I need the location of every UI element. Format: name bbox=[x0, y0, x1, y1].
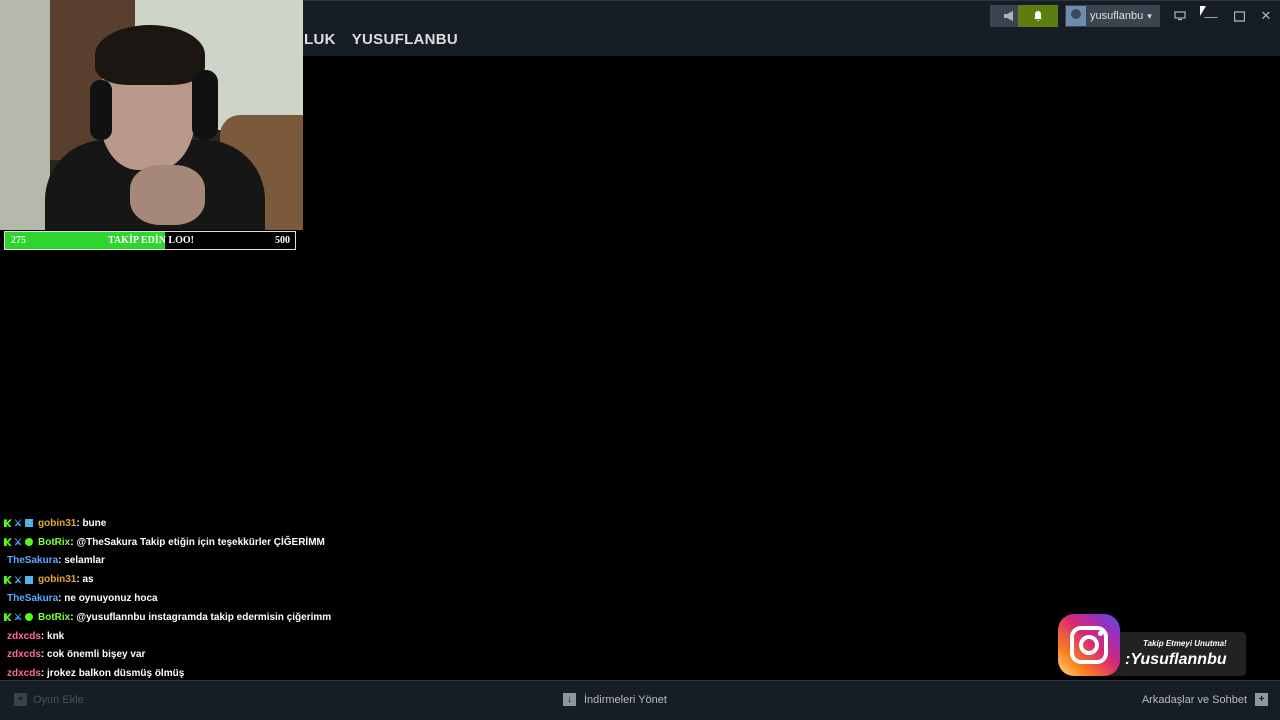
nav-item-community[interactable]: LUK bbox=[304, 31, 336, 48]
close-icon: ✕ bbox=[1260, 8, 1272, 23]
check-badge-icon bbox=[25, 613, 33, 622]
chat-badges: ⚔ bbox=[4, 537, 35, 548]
avatar bbox=[1066, 6, 1086, 26]
instagram-icon bbox=[1058, 614, 1120, 676]
chat-message: ⚔ BotRix: @yusuflannbu instagramda takip … bbox=[4, 608, 424, 627]
friends-icon: + bbox=[1255, 693, 1268, 706]
chat-text: : as bbox=[76, 574, 94, 586]
sword-badge-icon: ⚔ bbox=[14, 537, 23, 548]
webcam-feed bbox=[0, 0, 303, 230]
check-badge-icon bbox=[25, 538, 33, 547]
k-badge-icon bbox=[4, 613, 12, 622]
instagram-handle: :Yusuflannbu bbox=[1125, 651, 1227, 668]
chat-text: : jrokez balkon düsmüş ölmüş bbox=[40, 668, 185, 680]
chat-username[interactable]: gobin31 bbox=[38, 518, 76, 529]
user-menu[interactable]: yusuflanbu ▾ bbox=[1065, 5, 1160, 27]
friends-chat-button[interactable]: Arkadaşlar ve Sohbet + bbox=[1142, 693, 1268, 706]
chat-message: TheSakura: ne oynuyonuz hoca bbox=[4, 589, 424, 608]
friends-chat-label: Arkadaşlar ve Sohbet bbox=[1141, 693, 1247, 706]
chat-message: zdxcds: knk bbox=[4, 627, 424, 646]
steam-window: LUK YUSUFLANBU yusuflanbu ▾ — ✕ 275 TAKİ… bbox=[0, 0, 1280, 720]
chat-badges: ⚔ bbox=[4, 518, 35, 529]
follow-goal-label: TAKİP EDİN LOO! bbox=[108, 235, 194, 246]
sword-badge-icon: ⚔ bbox=[14, 612, 23, 623]
chat-message: zdxcds: cok önemli bişey var bbox=[4, 646, 424, 665]
follow-goal-bar: 275 TAKİP EDİN LOO! 500 bbox=[4, 231, 296, 250]
chat-username[interactable]: TheSakura bbox=[7, 555, 58, 566]
chat-username[interactable]: zdxcds bbox=[7, 668, 41, 679]
bottom-bar: + Oyun Ekle ↓ İndirmeleri Yönet Arkadaşl… bbox=[0, 680, 1280, 720]
main-nav: LUK YUSUFLANBU bbox=[304, 31, 458, 48]
sub-badge-icon bbox=[25, 519, 33, 528]
chat-text: : ne oynuyonuz hoca bbox=[58, 593, 158, 605]
chat-text: : knk bbox=[40, 630, 65, 642]
chat-username[interactable]: BotRix bbox=[38, 537, 70, 548]
notifications-button[interactable] bbox=[1018, 5, 1058, 27]
bell-icon bbox=[1034, 11, 1042, 21]
user-name: yusuflanbu bbox=[1090, 10, 1144, 22]
chat-username[interactable]: TheSakura bbox=[7, 593, 58, 604]
chat-text: : @TheSakura Takip etiğin için teşekkürl… bbox=[70, 536, 325, 548]
k-badge-icon bbox=[4, 575, 12, 584]
big-picture-button[interactable] bbox=[1169, 5, 1191, 27]
minimize-icon: — bbox=[1204, 8, 1218, 24]
chat-message: ⚔ BotRix: @TheSakura Takip etiğin için te… bbox=[4, 533, 424, 552]
chat-message: ⚔ gobin31: bune bbox=[4, 514, 424, 533]
chat-badges: ⚔ bbox=[4, 574, 35, 585]
sword-badge-icon: ⚔ bbox=[14, 518, 23, 529]
follow-goal-target: 500 bbox=[275, 235, 290, 246]
download-icon: ↓ bbox=[563, 693, 576, 706]
chat-message: ⚔ gobin31: as bbox=[4, 570, 424, 589]
chat-username[interactable]: zdxcds bbox=[7, 649, 41, 660]
manage-downloads-button[interactable]: ↓ İndirmeleri Yönet bbox=[563, 693, 667, 706]
maximize-button[interactable] bbox=[1228, 5, 1250, 27]
close-button[interactable]: ✕ bbox=[1255, 5, 1277, 27]
nav-item-profile[interactable]: YUSUFLANBU bbox=[352, 31, 458, 48]
chat-text: : cok önemli bişey var bbox=[40, 649, 146, 661]
mouse-cursor bbox=[1200, 6, 1206, 16]
manage-downloads-label: İndirmeleri Yönet bbox=[584, 693, 667, 706]
chat-badges: ⚔ bbox=[4, 612, 35, 623]
chevron-down-icon: ▾ bbox=[1147, 10, 1152, 21]
chat-text: : bune bbox=[76, 517, 107, 529]
chat-text: : @yusuflannbu instagramda takip edermis… bbox=[70, 611, 332, 623]
instagram-cta: Takip Etmeyi Unutma! bbox=[1143, 639, 1227, 648]
plus-icon: + bbox=[14, 693, 27, 706]
add-game-label: Oyun Ekle bbox=[33, 693, 84, 706]
maximize-icon bbox=[1233, 10, 1245, 22]
chat-username[interactable]: BotRix bbox=[38, 612, 70, 623]
follow-goal-current: 275 bbox=[11, 235, 26, 246]
chat-text: : selamlar bbox=[58, 555, 105, 567]
k-badge-icon bbox=[4, 519, 12, 528]
megaphone-icon bbox=[1004, 11, 1013, 21]
add-game-button[interactable]: + Oyun Ekle bbox=[14, 693, 84, 706]
sub-badge-icon bbox=[25, 575, 33, 584]
chat-message: TheSakura: selamlar bbox=[4, 552, 424, 571]
monitor-icon bbox=[1174, 11, 1186, 21]
instagram-overlay: Takip Etmeyi Unutma! :Yusuflannbu bbox=[1058, 614, 1248, 676]
k-badge-icon bbox=[4, 538, 12, 547]
sword-badge-icon: ⚔ bbox=[14, 574, 23, 585]
chat-username[interactable]: zdxcds bbox=[7, 631, 41, 642]
chat-username[interactable]: gobin31 bbox=[38, 574, 76, 585]
